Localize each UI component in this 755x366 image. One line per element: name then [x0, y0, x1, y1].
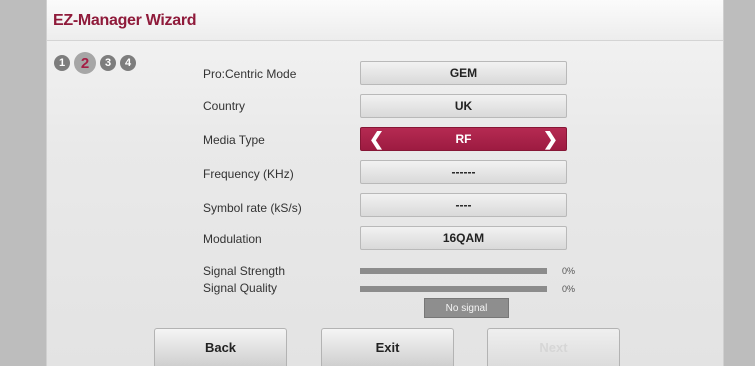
media-type-value: RF [455, 132, 472, 146]
chevron-left-icon[interactable]: ❮ [369, 128, 384, 150]
wizard-panel: EZ-Manager Wizard 1 2 3 4 Pro:Centric Mo… [46, 0, 724, 366]
step-4: 4 [120, 55, 136, 71]
signal-strength-label: Signal Strength [203, 264, 286, 278]
signal-quality-bar [360, 286, 547, 292]
procentric-mode-label: Pro:Centric Mode [203, 67, 297, 81]
symbol-rate-field[interactable]: ---- [360, 193, 567, 217]
procentric-mode-field[interactable]: GEM [360, 61, 567, 85]
modulation-field[interactable]: 16QAM [360, 226, 567, 250]
procentric-mode-value: GEM [449, 66, 478, 80]
step-3: 3 [100, 55, 116, 71]
media-type-label: Media Type [203, 133, 265, 147]
title-bar: EZ-Manager Wizard [47, 0, 723, 41]
signal-quality-label: Signal Quality [203, 281, 278, 295]
frequency-label: Frequency (KHz) [203, 167, 294, 181]
country-label: Country [203, 99, 246, 113]
country-field[interactable]: UK [360, 94, 567, 118]
frequency-value: ------ [451, 165, 476, 179]
chevron-right-icon[interactable]: ❯ [543, 128, 558, 150]
frequency-field[interactable]: ------ [360, 160, 567, 184]
exit-button[interactable]: Exit [321, 328, 454, 366]
page-title: EZ-Manager Wizard [53, 12, 197, 29]
modulation-value: 16QAM [442, 231, 485, 245]
back-button[interactable]: Back [154, 328, 287, 366]
no-signal-badge: No signal [424, 298, 509, 318]
signal-strength-value: 0% [562, 266, 576, 276]
country-value: UK [454, 99, 473, 113]
step-2-active: 2 [74, 52, 96, 74]
media-type-selector[interactable]: ❮ RF ❯ [360, 127, 567, 151]
signal-quality-value: 0% [562, 284, 576, 294]
step-indicator: 1 2 3 4 [54, 52, 140, 74]
modulation-label: Modulation [203, 232, 262, 246]
signal-strength-bar [360, 268, 547, 274]
step-1: 1 [54, 55, 70, 71]
symbol-rate-value: ---- [455, 198, 472, 212]
symbol-rate-label: Symbol rate (kS/s) [203, 201, 302, 215]
next-button[interactable]: Next [487, 328, 620, 366]
